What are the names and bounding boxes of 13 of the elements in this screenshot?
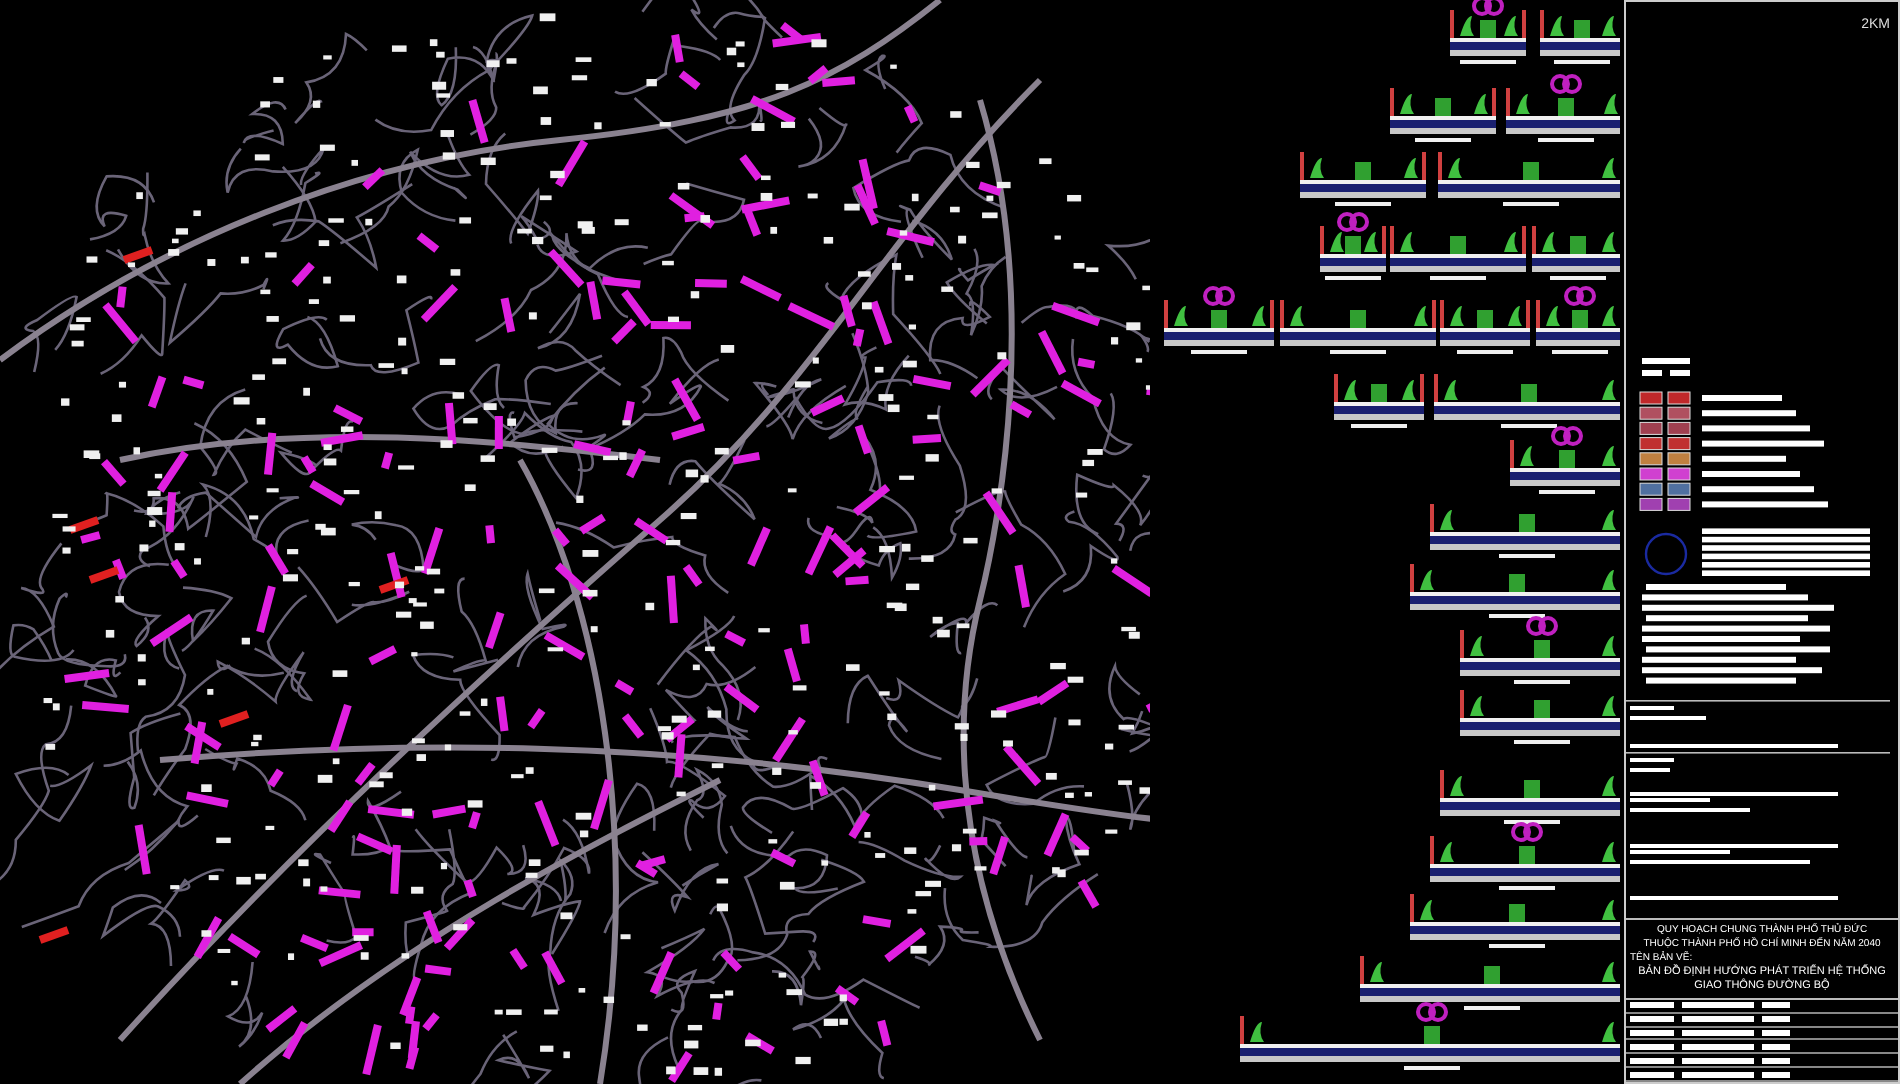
road-cross-section-drawing — [1506, 74, 1620, 142]
road-cross-section-drawing — [1450, 0, 1526, 64]
circle-symbol-icon — [1644, 532, 1688, 576]
road-cross-section-drawing — [1300, 152, 1426, 206]
road-cross-section-drawing — [1390, 226, 1526, 280]
road-cross-section-drawing — [1164, 286, 1274, 354]
road-cross-section-drawing — [1532, 226, 1620, 280]
road-cross-section-drawing — [1440, 300, 1530, 354]
road-cross-section-drawing — [1540, 10, 1620, 64]
road-cross-section-drawing — [1390, 88, 1496, 142]
road-cross-section-drawing — [1334, 374, 1424, 428]
road-cross-section-drawing — [1320, 212, 1386, 280]
road-cross-section-drawing — [1536, 286, 1620, 354]
